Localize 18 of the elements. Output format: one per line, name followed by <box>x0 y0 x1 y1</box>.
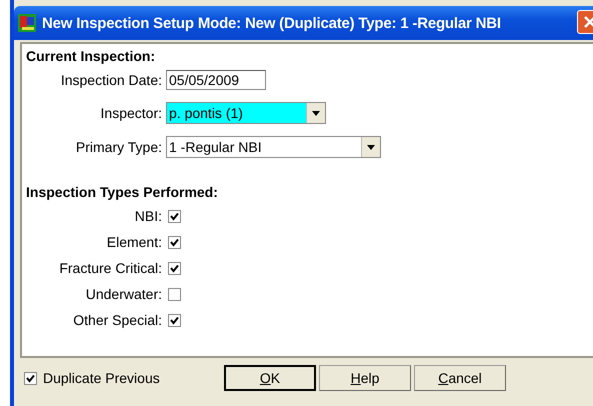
date-field[interactable]: 05/05/2009 <box>166 70 266 90</box>
window-title: New Inspection Setup Mode: New (Duplicate) Type: 1 -Regular NBI <box>42 14 501 32</box>
dialog-button[interactable]: OK <box>224 365 316 391</box>
dropdown[interactable]: 1 -Regular NBI <box>166 136 381 158</box>
field-label: Primary Type: <box>76 139 162 155</box>
checkbox-label: Fracture Critical: <box>59 260 162 276</box>
dropdown[interactable]: p. pontis (1) <box>166 102 326 124</box>
checkbox-label: Other Special: <box>73 312 162 328</box>
dialog-button[interactable]: Help <box>319 365 411 391</box>
section-heading: Current Inspection: <box>26 48 156 64</box>
field-label: Inspection Date: <box>60 72 162 88</box>
checkbox-label: Element: <box>106 234 162 250</box>
checkbox-label: Underwater: <box>86 286 162 302</box>
section-heading: Inspection Types Performed: <box>26 184 219 200</box>
dialog-button[interactable]: Cancel <box>414 365 506 391</box>
checkbox-label: Duplicate Previous <box>43 370 160 386</box>
field-label: Inspector: <box>100 105 162 121</box>
checkbox-label: NBI: <box>134 208 162 224</box>
